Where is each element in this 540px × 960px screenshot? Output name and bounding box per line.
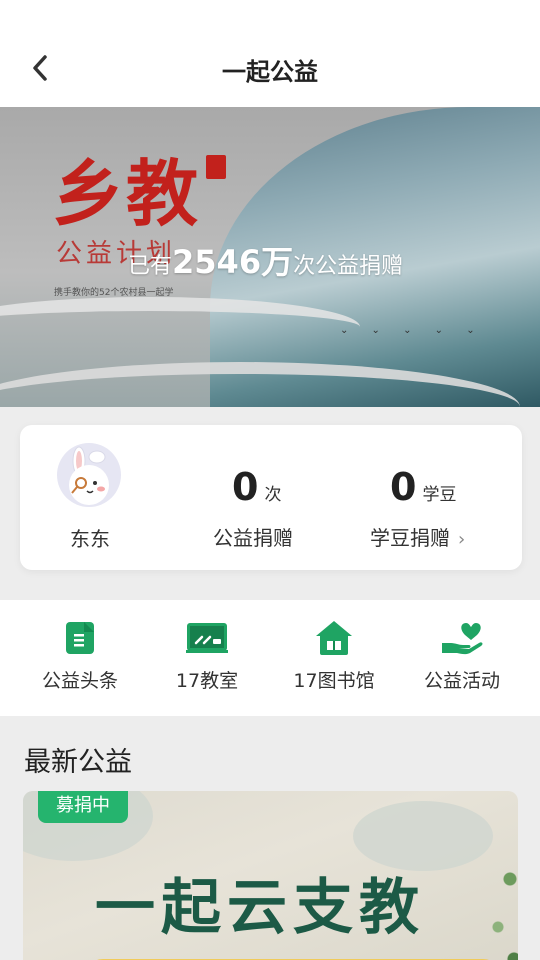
birds-decoration: ⌄ ⌄ ⌄ ⌄ ⌄ [340,325,485,336]
bean-stat: 0 学豆 [390,465,456,509]
avatar[interactable] [57,443,121,507]
donation-count-text: 已有2546万次公益捐赠 [128,237,403,283]
blackboard-icon [185,618,229,658]
count-value: 2546万 [172,243,294,281]
heart-hand-icon [440,618,484,658]
document-icon [58,618,102,658]
shortcut-activities[interactable]: 公益活动 [402,618,522,693]
donation-unit: 次 [264,485,282,505]
donation-count: 0 [232,465,259,509]
charity-banner[interactable]: 乡教 公益计划 携手教你的52个农村县一起学 ⌄ ⌄ ⌄ ⌄ ⌄ 已有2546万… [0,107,540,407]
nickname: 东东 [70,527,110,551]
top-bar: 一起公益 [0,0,540,107]
count-suffix: 次公益捐赠 [293,254,404,279]
bean-donation-link[interactable]: 学豆捐赠 › [370,522,465,551]
banner-fine-print: 携手教你的52个农村县一起学 [54,288,174,298]
chevron-right-icon: › [458,529,466,550]
shortcut-label: 17图书馆 [293,670,375,692]
bean-count: 0 [390,465,417,509]
shortcut-classroom[interactable]: 17教室 [147,618,267,693]
project-title: 一起云支教 [95,873,425,943]
shortcut-news[interactable]: 公益头条 [20,618,140,693]
banner-calligraphy: 乡教 [52,151,201,236]
shortcut-label: 公益头条 [41,670,118,692]
count-prefix: 已有 [128,254,173,279]
shortcut-label: 17教室 [175,670,239,692]
leaves-decoration [486,831,518,960]
banner-curve [0,297,360,357]
bean-unit: 学豆 [422,485,457,505]
page-title: 一起公益 [222,58,318,86]
section-title-latest: 最新公益 [24,747,132,778]
donation-stat: 0次 [232,465,281,509]
donation-label: 公益捐赠 [213,526,293,550]
shortcut-row: 公益头条 17教室 17图书馆 公益活动 [0,600,540,716]
shortcut-label: 公益活动 [423,670,500,692]
profile-card: 东东 0次 公益捐赠 0 学豆 学豆捐赠 › [20,425,522,570]
library-house-icon [312,618,356,658]
rabbit-avatar-icon [69,446,109,505]
banner-seal [206,155,226,179]
status-badge: 募捐中 [38,791,128,823]
project-card[interactable]: 募捐中 一起云支教 [23,791,518,960]
shortcut-library[interactable]: 17图书馆 [274,618,394,693]
bean-donation-label: 学豆捐赠 [370,526,450,550]
